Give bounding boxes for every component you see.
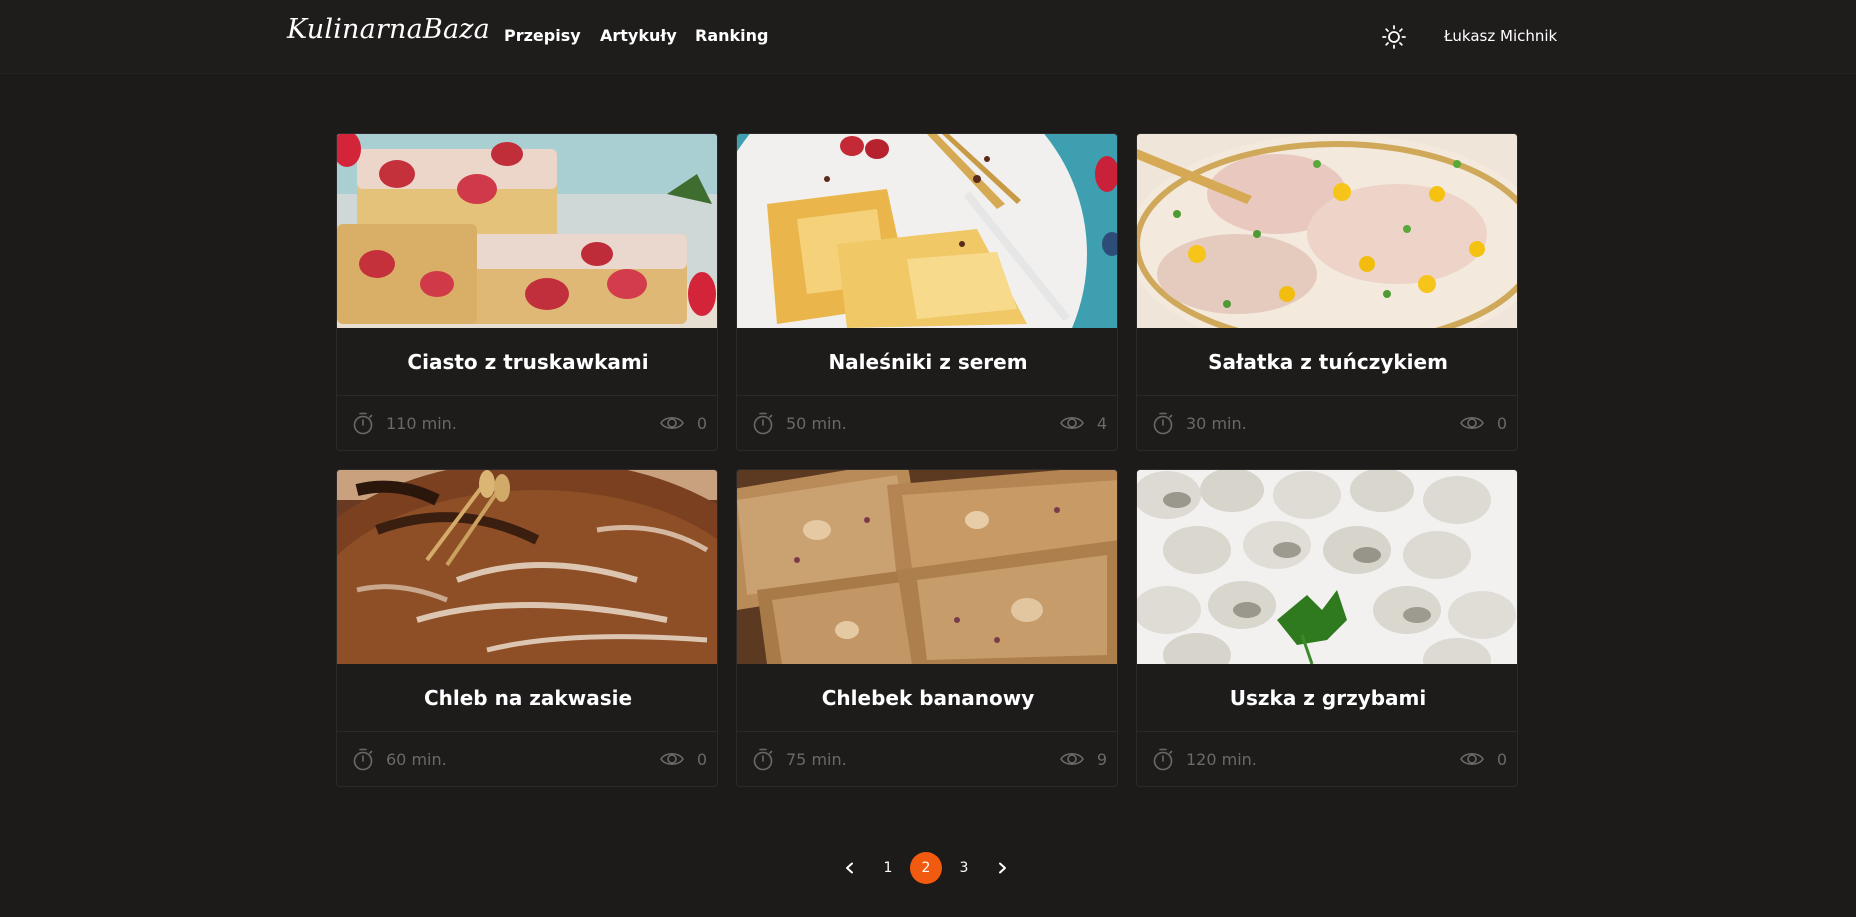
timer-icon	[353, 412, 373, 435]
navbar: KulinarnaBaza Przepisy Artykuły Ranking …	[0, 0, 1856, 74]
chevron-left-icon	[846, 862, 853, 874]
pagination-next-button[interactable]	[986, 852, 1018, 884]
recipe-views: 0	[1496, 750, 1507, 769]
pagination-prev-button[interactable]	[834, 852, 866, 884]
recipe-time: 60 min.	[386, 750, 447, 769]
recipe-meta: 50 min. 4	[737, 396, 1117, 450]
timer-icon	[753, 412, 773, 435]
recipe-card[interactable]: Ciasto z truskawkami 110 min. 0	[336, 133, 718, 451]
recipe-meta: 120 min. 0	[1137, 732, 1517, 786]
recipe-card[interactable]: Uszka z grzybami 120 min. 0	[1136, 469, 1518, 787]
recipe-meta: 110 min. 0	[337, 396, 717, 450]
pagination-page-2-current[interactable]: 2	[910, 852, 942, 884]
user-menu[interactable]: Łukasz Michnik	[1444, 27, 1557, 45]
recipe-title[interactable]: Ciasto z truskawkami	[337, 328, 717, 396]
recipe-meta: 75 min. 9	[737, 732, 1117, 786]
brand-logo[interactable]: KulinarnaBaza	[287, 14, 490, 45]
recipe-card[interactable]: Chlebek bananowy 75 min. 9	[736, 469, 1118, 787]
recipe-views: 0	[696, 414, 707, 433]
timer-icon	[353, 748, 373, 771]
recipe-time: 75 min.	[786, 750, 847, 769]
recipe-time: 30 min.	[1186, 414, 1247, 433]
recipe-image	[1137, 470, 1517, 664]
chevron-right-icon	[999, 862, 1006, 874]
recipe-title[interactable]: Uszka z grzybami	[1137, 664, 1517, 732]
recipe-image	[337, 134, 717, 328]
recipe-card[interactable]: Sałatka z tuńczykiem 30 min. 0	[1136, 133, 1518, 451]
recipe-image	[737, 470, 1117, 664]
eye-icon	[660, 752, 684, 766]
eye-icon	[1060, 752, 1084, 766]
timer-icon	[1153, 748, 1173, 771]
recipe-time: 50 min.	[786, 414, 847, 433]
nav-link-ranking[interactable]: Ranking	[695, 26, 768, 45]
eye-icon	[1060, 416, 1084, 430]
theme-toggle-button[interactable]	[1381, 24, 1407, 50]
recipe-image	[1137, 134, 1517, 328]
eye-icon	[1460, 752, 1484, 766]
recipe-title[interactable]: Sałatka z tuńczykiem	[1137, 328, 1517, 396]
recipe-title[interactable]: Chleb na zakwasie	[337, 664, 717, 732]
recipe-image	[337, 470, 717, 664]
timer-icon	[753, 748, 773, 771]
recipe-card[interactable]: Chleb na zakwasie 60 min. 0	[336, 469, 718, 787]
recipe-card[interactable]: Naleśniki z serem 50 min. 4	[736, 133, 1118, 451]
recipe-time: 110 min.	[386, 414, 457, 433]
recipe-views: 0	[1496, 414, 1507, 433]
timer-icon	[1153, 412, 1173, 435]
recipe-title[interactable]: Chlebek bananowy	[737, 664, 1117, 732]
recipe-views: 9	[1096, 750, 1107, 769]
recipe-views: 0	[696, 750, 707, 769]
recipe-meta: 60 min. 0	[337, 732, 717, 786]
recipe-time: 120 min.	[1186, 750, 1257, 769]
eye-icon	[1460, 416, 1484, 430]
recipe-views: 4	[1096, 414, 1107, 433]
nav-link-przepisy[interactable]: Przepisy	[504, 26, 581, 45]
nav-link-artykuly[interactable]: Artykuły	[600, 26, 677, 45]
pagination-page-1[interactable]: 1	[872, 852, 904, 884]
recipe-meta: 30 min. 0	[1137, 396, 1517, 450]
sun-icon	[1382, 25, 1406, 49]
recipe-image	[737, 134, 1117, 328]
eye-icon	[660, 416, 684, 430]
pagination-page-3[interactable]: 3	[948, 852, 980, 884]
recipe-title[interactable]: Naleśniki z serem	[737, 328, 1117, 396]
